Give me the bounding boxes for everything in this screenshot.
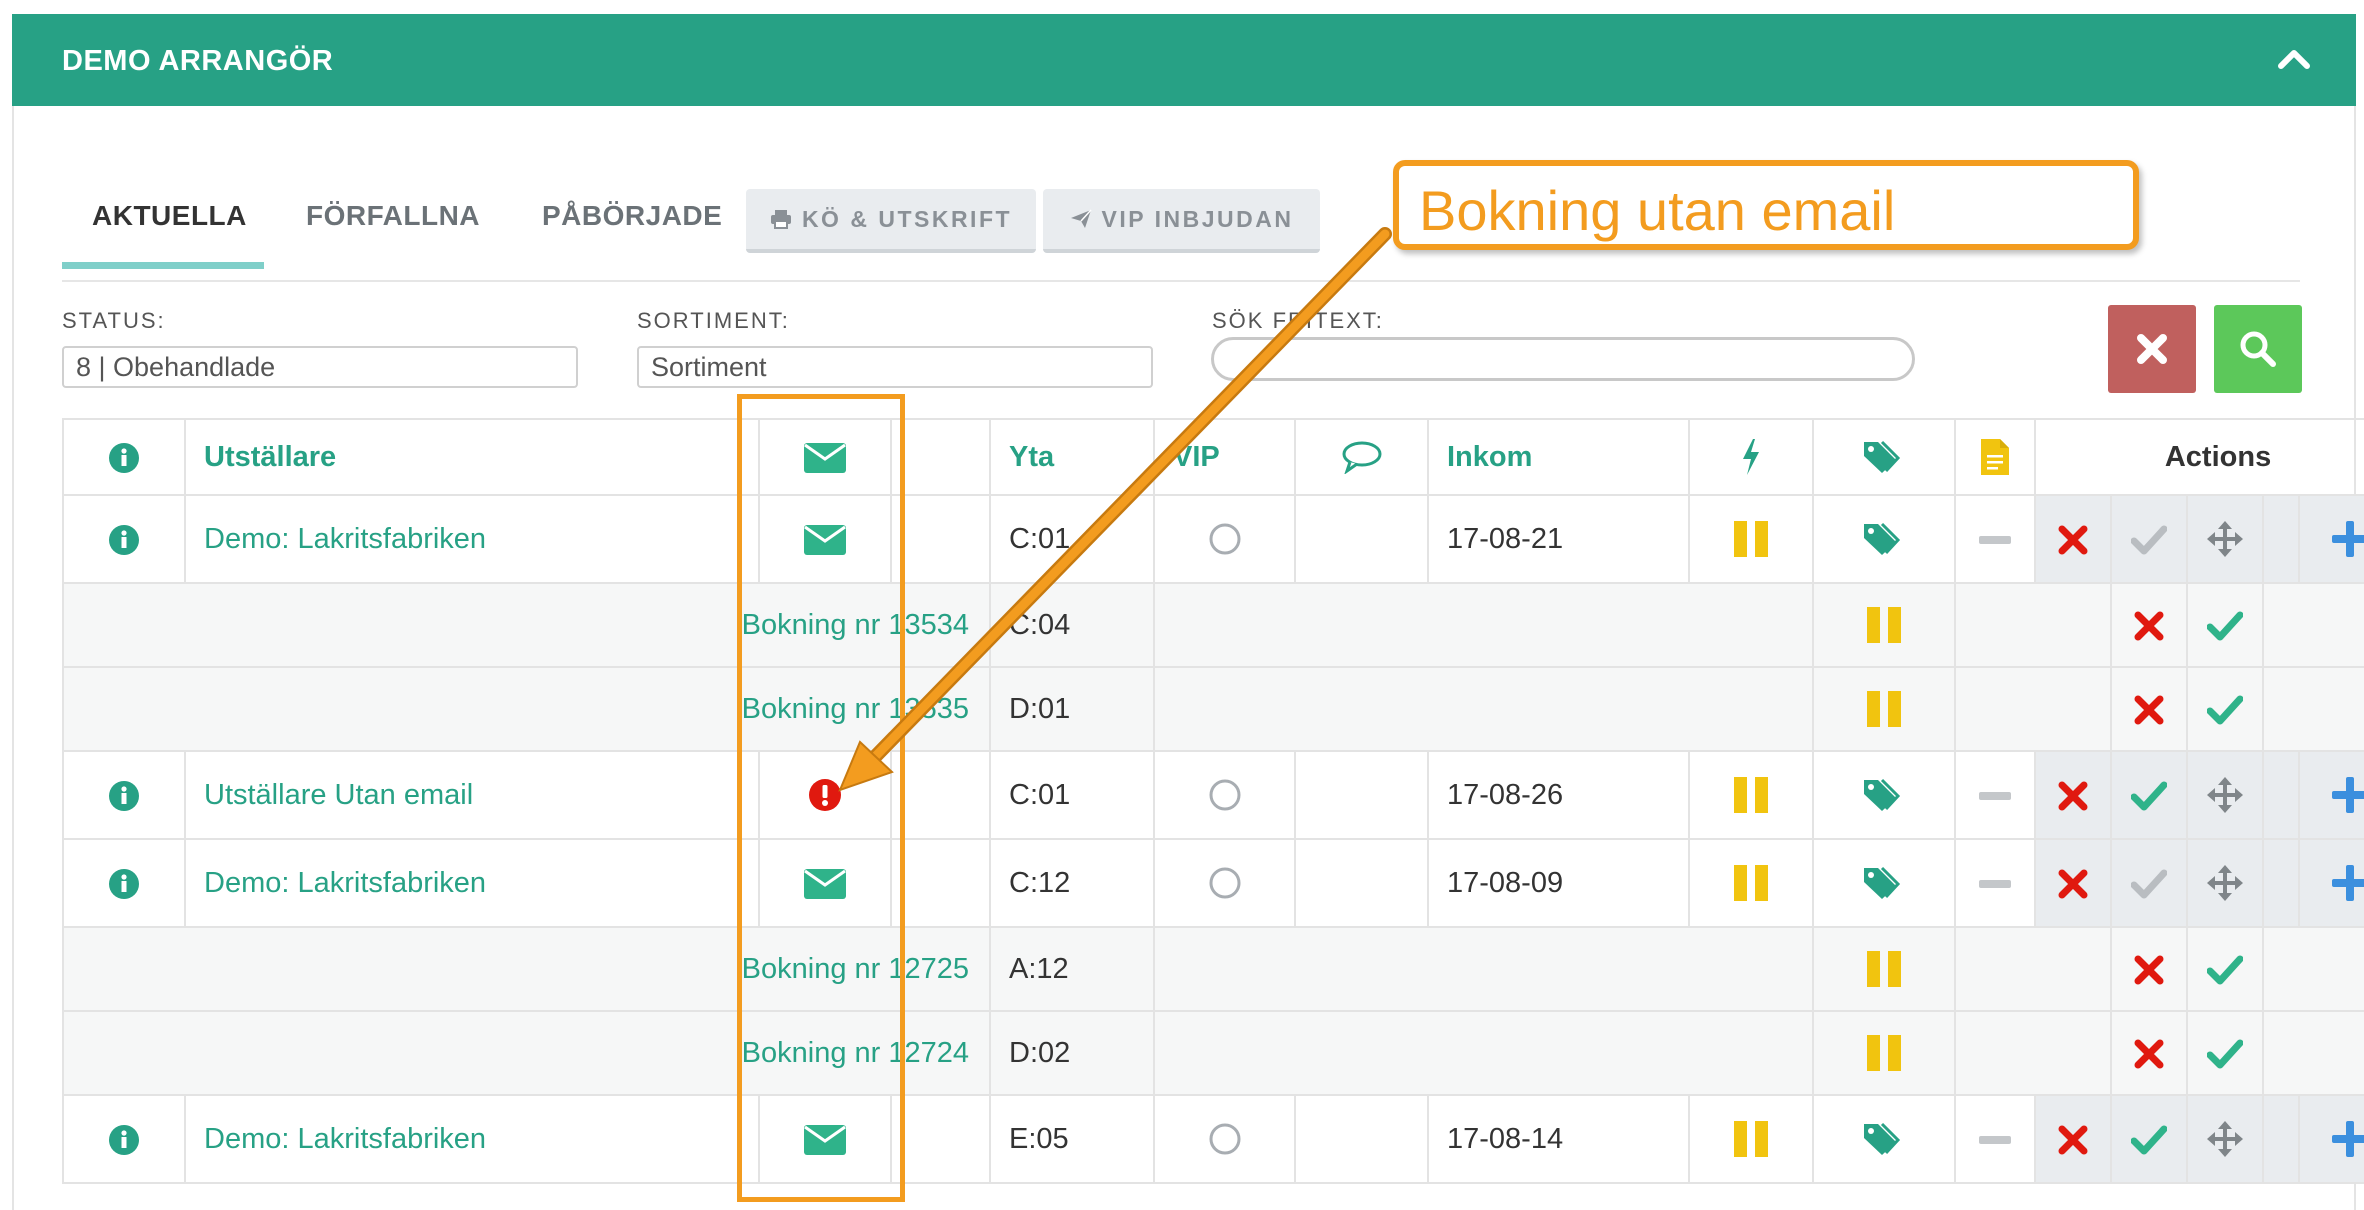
- annotation-text: Bokning utan email: [1419, 179, 1896, 242]
- annotation-callout: Bokning utan email: [1393, 160, 2139, 250]
